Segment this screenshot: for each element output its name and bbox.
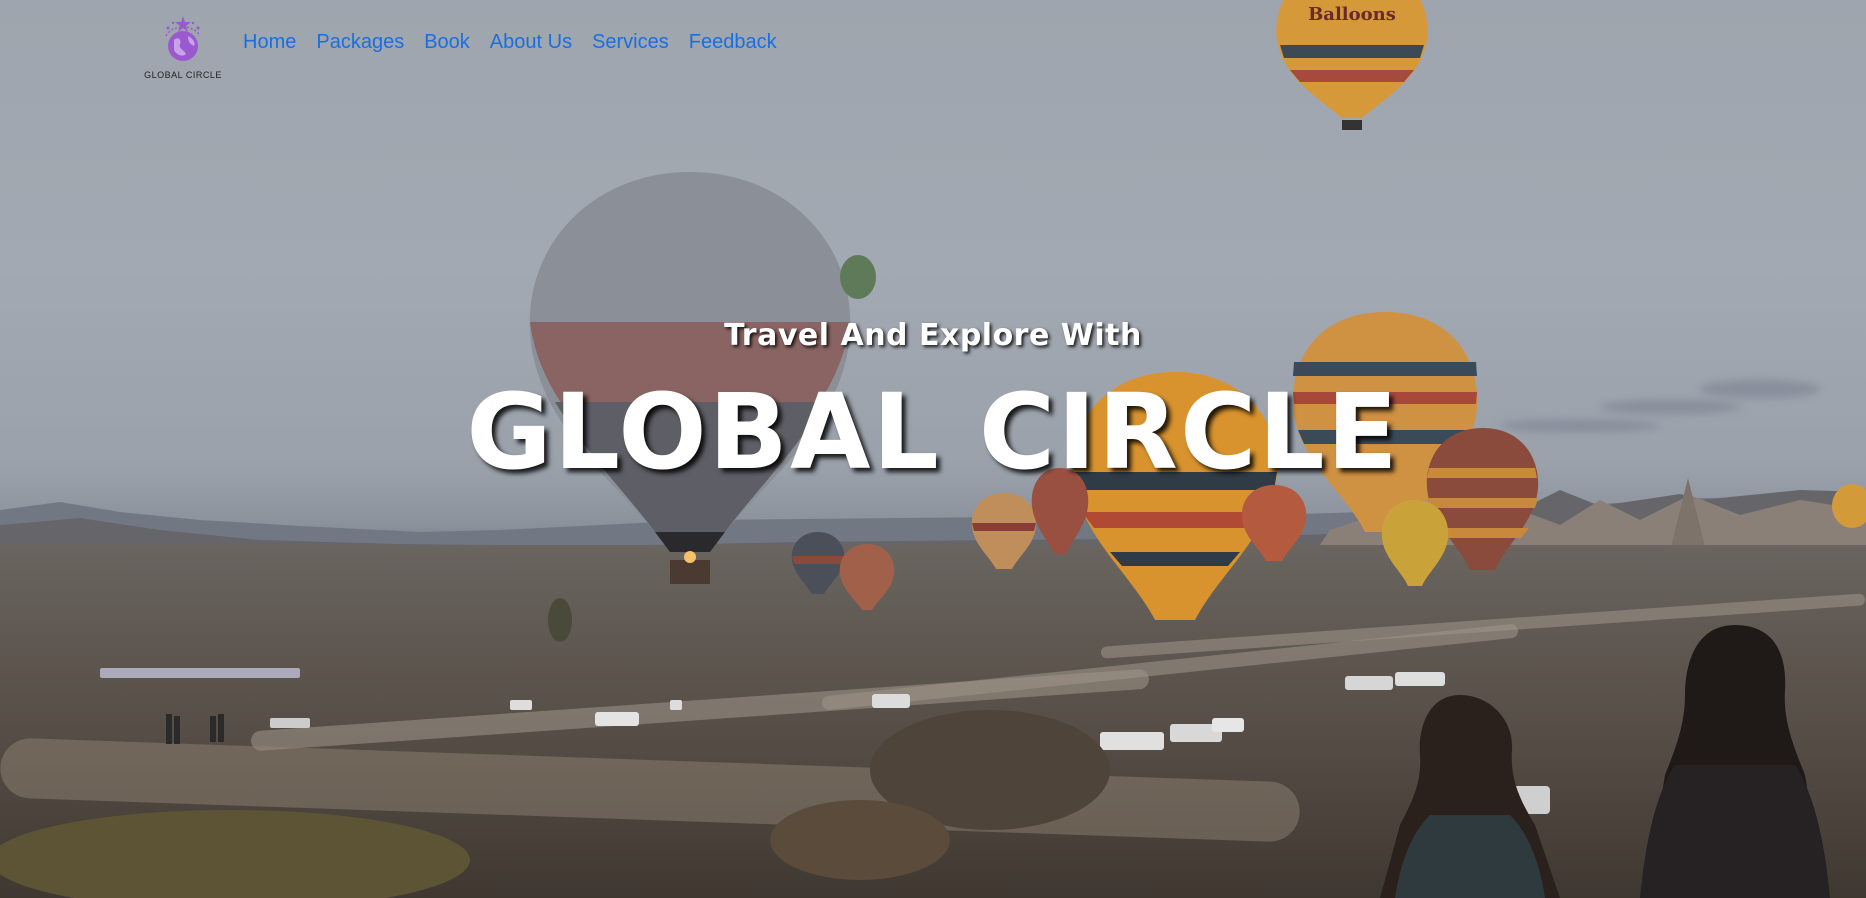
nav-link-book[interactable]: Book: [424, 30, 470, 54]
hero-section: Travel And Explore With GLOBAL CIRCLE: [0, 0, 1866, 898]
hero-subtitle: Travel And Explore With: [724, 318, 1142, 353]
logo-text: GLOBAL CIRCLE: [144, 70, 222, 80]
site-header: GLOBAL CIRCLE Home Packages Book About U…: [0, 0, 1866, 90]
nav-link-about-us[interactable]: About Us: [490, 30, 572, 54]
nav-link-services[interactable]: Services: [592, 30, 669, 54]
globe-logo-icon: [165, 16, 201, 61]
nav-link-feedback[interactable]: Feedback: [689, 30, 777, 54]
main-navigation: Home Packages Book About Us Services Fee…: [243, 30, 797, 54]
site-logo[interactable]: GLOBAL CIRCLE: [140, 14, 226, 82]
nav-link-home[interactable]: Home: [243, 30, 296, 54]
nav-link-packages[interactable]: Packages: [316, 30, 404, 54]
hero-title: GLOBAL CIRCLE: [466, 371, 1400, 493]
